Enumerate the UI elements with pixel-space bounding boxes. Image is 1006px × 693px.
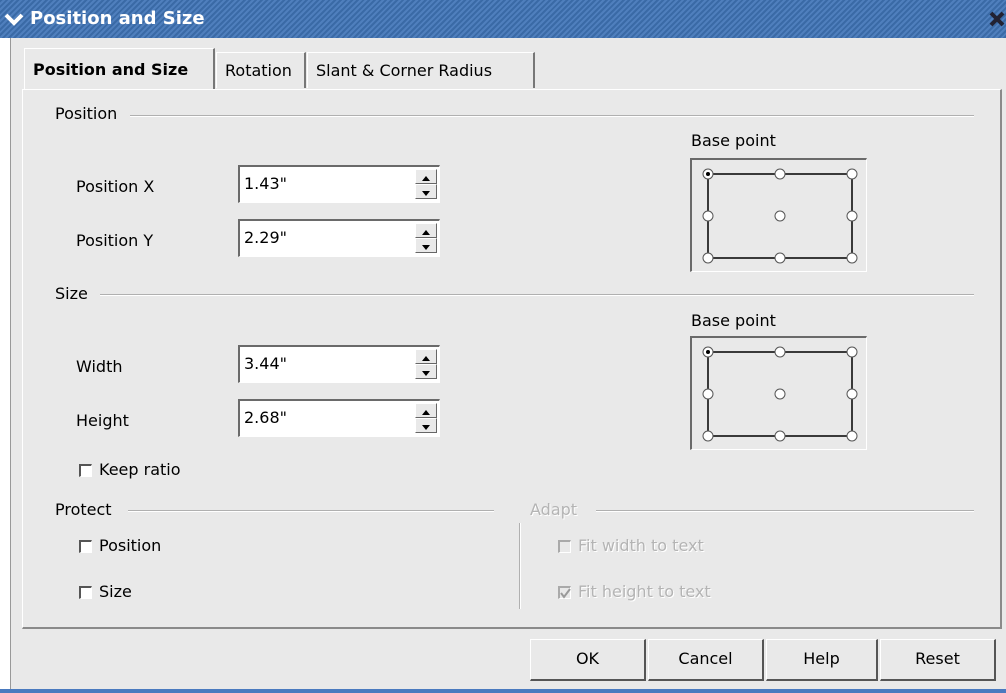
width-increment[interactable]: [415, 349, 437, 364]
width-label: Width: [76, 357, 123, 376]
position-y-increment[interactable]: [415, 223, 437, 238]
base-point-grid: [702, 346, 858, 442]
position-x-decrement[interactable]: [415, 184, 437, 199]
protect-heading: Protect: [55, 500, 120, 519]
adapt-separator: [596, 510, 974, 512]
fit-height-label[interactable]: Fit height to text: [578, 582, 711, 601]
base-point-grid: [702, 168, 858, 264]
cancel-button[interactable]: Cancel: [648, 639, 764, 681]
position-heading: Position: [55, 104, 126, 123]
base-point-radios[interactable]: [702, 346, 858, 442]
arrow-down-icon: [422, 425, 430, 430]
position-x-label-text: Position X: [76, 177, 155, 196]
position-y-label: Position Y: [76, 231, 153, 250]
protect-position-label[interactable]: Position: [99, 536, 161, 555]
position-y-label-text: Position Y: [76, 231, 154, 250]
tab-slant-corner-radius[interactable]: Slant & Corner Radius: [307, 52, 535, 88]
width-value[interactable]: 3.44": [244, 354, 287, 373]
position-base-point-selector[interactable]: [690, 158, 867, 272]
ok-button[interactable]: OK: [530, 639, 646, 681]
height-decrement[interactable]: [415, 418, 437, 433]
tab-rotation[interactable]: Rotation: [216, 52, 306, 88]
fit-width-label[interactable]: Fit width to text: [578, 536, 704, 555]
base-point-radios[interactable]: [702, 168, 858, 264]
size-base-point-label: Base point: [691, 311, 776, 330]
position-x-increment[interactable]: [415, 169, 437, 184]
tab-position-and-size[interactable]: Position and Size: [24, 48, 215, 90]
arrow-down-icon: [422, 371, 430, 376]
fit-width-checkbox[interactable]: [558, 540, 571, 553]
title-bar[interactable]: Position and Size: [0, 0, 1006, 38]
position-y-decrement[interactable]: [415, 238, 437, 253]
adapt-heading: Adapt: [530, 500, 586, 519]
size-base-point-selector[interactable]: [690, 336, 867, 450]
position-x-value[interactable]: 1.43": [244, 174, 287, 193]
size-heading: Size: [55, 284, 96, 303]
width-field[interactable]: 3.44": [238, 345, 440, 383]
help-button[interactable]: Help: [766, 639, 878, 681]
width-decrement[interactable]: [415, 364, 437, 379]
height-label: Height: [76, 411, 129, 430]
position-y-field[interactable]: 2.29": [238, 219, 440, 257]
position-separator: [130, 115, 974, 117]
arrow-down-icon: [422, 191, 430, 196]
size-separator: [100, 294, 974, 296]
keep-ratio-checkbox[interactable]: [79, 464, 92, 477]
fit-height-checkbox[interactable]: [558, 586, 571, 599]
height-spinner[interactable]: [415, 403, 437, 433]
width-spinner[interactable]: [415, 349, 437, 379]
position-y-spinner[interactable]: [415, 223, 437, 253]
position-base-point-label: Base point: [691, 131, 776, 150]
height-field[interactable]: 2.68": [238, 399, 440, 437]
keep-ratio-label[interactable]: Keep ratio: [99, 460, 181, 479]
protect-position-checkbox[interactable]: [79, 540, 92, 553]
position-x-spinner[interactable]: [415, 169, 437, 199]
chevron-down-icon[interactable]: [3, 8, 25, 30]
arrow-down-icon: [422, 245, 430, 250]
protect-size-checkbox[interactable]: [79, 586, 92, 599]
adapt-vertical-divider: [519, 523, 521, 609]
position-x-label: Position X: [76, 177, 154, 196]
height-increment[interactable]: [415, 403, 437, 418]
window-left-edge: [0, 38, 10, 689]
reset-button[interactable]: Reset: [880, 639, 996, 681]
position-x-field[interactable]: 1.43": [238, 165, 440, 203]
protect-size-label[interactable]: Size: [99, 582, 132, 601]
protect-separator: [128, 510, 494, 512]
checkmark-icon: [560, 588, 571, 599]
position-y-value[interactable]: 2.29": [244, 228, 287, 247]
window-bottom-edge: [0, 689, 1006, 693]
height-value[interactable]: 2.68": [244, 408, 287, 427]
window-title: Position and Size: [30, 8, 205, 29]
close-icon[interactable]: [988, 10, 1006, 28]
